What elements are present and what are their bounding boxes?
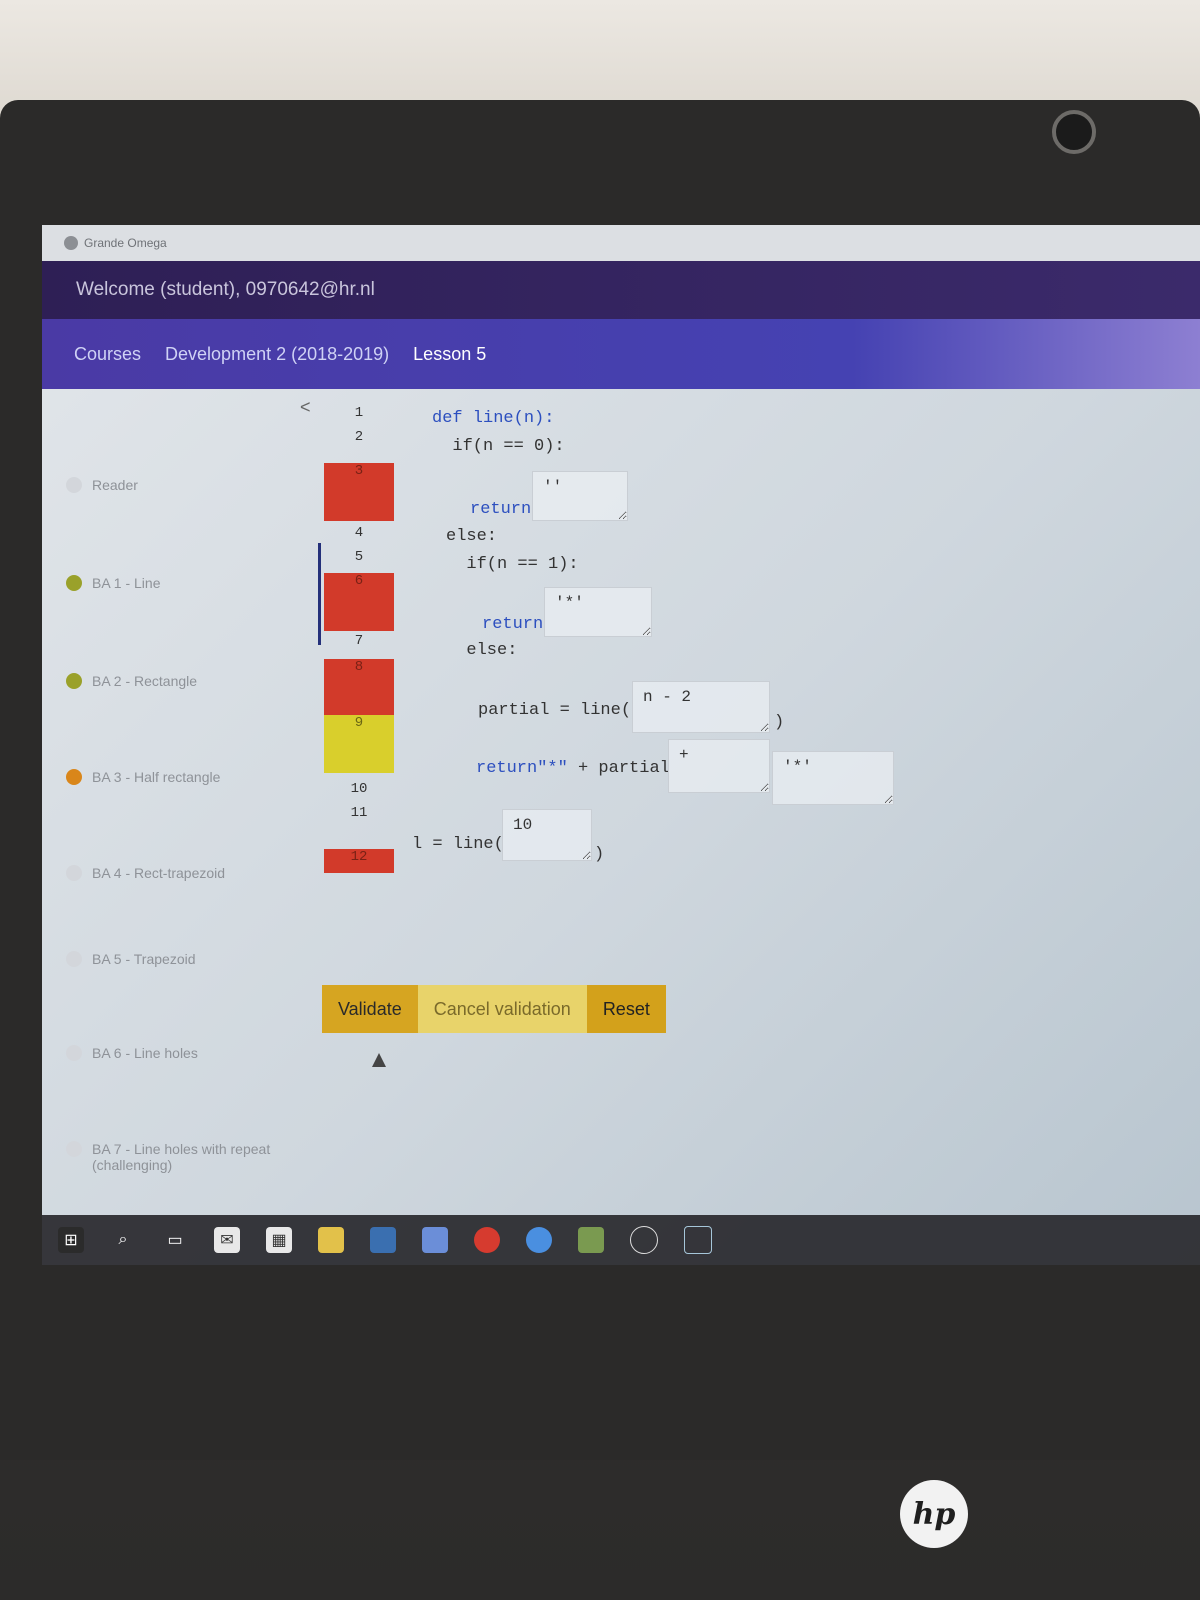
answer-slot-5[interactable]: '*' bbox=[772, 751, 894, 805]
code-keyword: return bbox=[476, 759, 538, 778]
taskbar: ⊞ ⌕ ▭ ✉ ▦ bbox=[42, 1215, 1200, 1265]
answer-slot-6[interactable]: 10 bbox=[502, 809, 592, 861]
code-text: if(n == 0): bbox=[432, 437, 565, 456]
vscode-icon[interactable] bbox=[684, 1226, 712, 1254]
answer-slot-3[interactable]: n - 2 bbox=[632, 681, 770, 733]
action-bar: Validate Cancel validation Reset bbox=[322, 985, 666, 1033]
mouse-cursor-icon bbox=[372, 1053, 386, 1067]
screen: Grande Omega Welcome (student), 0970642@… bbox=[42, 225, 1200, 1265]
code-line-5: if(n == 1): bbox=[446, 555, 579, 574]
windows-start-icon[interactable]: ⊞ bbox=[58, 1227, 84, 1253]
code-line-12a: l = line( bbox=[412, 835, 504, 854]
search-icon[interactable]: ⌕ bbox=[110, 1227, 136, 1253]
code-line-12b: ) bbox=[594, 845, 605, 864]
reset-button[interactable]: Reset bbox=[586, 985, 666, 1033]
notes-icon[interactable] bbox=[578, 1227, 604, 1253]
code-line-3: return bbox=[470, 500, 532, 519]
app-icon[interactable] bbox=[630, 1226, 658, 1254]
answer-slot-1[interactable]: '' bbox=[532, 471, 628, 521]
answer-slot-2[interactable]: '*' bbox=[544, 587, 652, 637]
mail-icon[interactable]: ✉ bbox=[214, 1227, 240, 1253]
code-text: + partial bbox=[567, 759, 670, 778]
chrome-icon[interactable] bbox=[526, 1227, 552, 1253]
validate-button[interactable]: Validate bbox=[322, 985, 418, 1033]
code-editor: def line(n): if(n == 0): return else: if… bbox=[42, 225, 1200, 1265]
hp-logo: hp bbox=[900, 1480, 968, 1548]
code-line-6: return bbox=[482, 615, 544, 634]
code-line-9: return"*" + partial bbox=[476, 759, 670, 778]
cancel-validation-button[interactable]: Cancel validation bbox=[417, 985, 587, 1033]
hp-logo-text: hp bbox=[912, 1496, 956, 1532]
code-string: "*" bbox=[537, 759, 568, 778]
task-view-icon[interactable]: ▭ bbox=[162, 1227, 188, 1253]
calendar-icon[interactable]: ▦ bbox=[266, 1227, 292, 1253]
file-explorer-icon[interactable] bbox=[318, 1227, 344, 1253]
answer-slot-4[interactable]: + bbox=[668, 739, 770, 793]
code-line-1: def line(n): bbox=[432, 409, 554, 428]
python-icon[interactable] bbox=[370, 1227, 396, 1253]
code-line-4: else: bbox=[446, 527, 498, 546]
code-line-8b: ) bbox=[774, 713, 785, 732]
code-line-7: else: bbox=[446, 641, 518, 660]
webcam-icon bbox=[1052, 110, 1096, 154]
code-line-2: if(n == 0): bbox=[432, 437, 565, 456]
code-line-8a: partial = line( bbox=[478, 701, 632, 720]
pdf-icon[interactable] bbox=[474, 1227, 500, 1253]
notepad-icon[interactable] bbox=[422, 1227, 448, 1253]
code-text: def line(n): bbox=[432, 409, 555, 428]
